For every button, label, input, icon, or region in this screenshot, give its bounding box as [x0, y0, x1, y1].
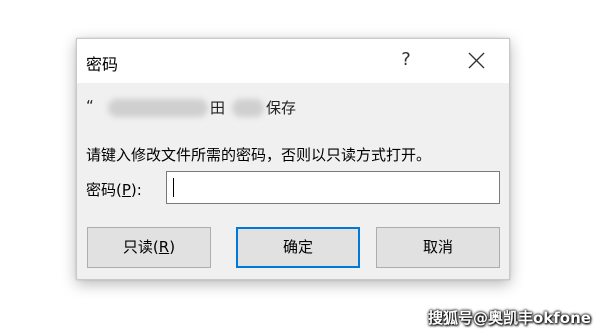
file-name-suffix: 保存	[266, 99, 297, 117]
file-name-redaction	[108, 99, 208, 117]
password-dialog: 密码 ? “ 田 保存 请键入修改文件所需的密码，否则以只读方式打开。 密码(P…	[76, 38, 510, 280]
cancel-button-label: 取消	[422, 238, 453, 256]
help-icon: ?	[401, 49, 411, 70]
readonly-button-label-after: )	[169, 238, 176, 256]
close-button[interactable]	[457, 45, 497, 75]
password-label-after: ):	[130, 181, 142, 199]
file-name-open-quote: “	[86, 97, 94, 115]
file-name-visible-char: 田	[210, 99, 226, 117]
close-icon	[468, 52, 485, 69]
password-prompt: 请键入修改文件所需的密码，否则以只读方式打开。	[86, 146, 432, 164]
ok-button-label: 确定	[282, 238, 313, 256]
file-name-line: “ 田 保存	[86, 95, 486, 119]
cancel-button[interactable]: 取消	[376, 227, 500, 268]
password-label-accelerator: P	[121, 181, 131, 199]
help-button[interactable]: ?	[391, 45, 421, 75]
readonly-button-label-before: 只读(	[122, 238, 159, 256]
password-label: 密码(P):	[86, 179, 142, 200]
file-name-redaction-2	[232, 99, 264, 117]
readonly-button[interactable]: 只读(R)	[87, 227, 211, 268]
text-caret	[173, 178, 174, 197]
watermark: 搜狐号@奥凯丰okfone	[428, 309, 591, 327]
dialog-title: 密码	[86, 55, 119, 74]
dialog-titlebar: 密码 ?	[77, 39, 509, 83]
ok-button[interactable]: 确定	[236, 227, 360, 268]
password-input[interactable]	[166, 171, 500, 204]
readonly-button-accelerator: R	[158, 238, 170, 256]
password-label-before: 密码(	[86, 181, 122, 199]
